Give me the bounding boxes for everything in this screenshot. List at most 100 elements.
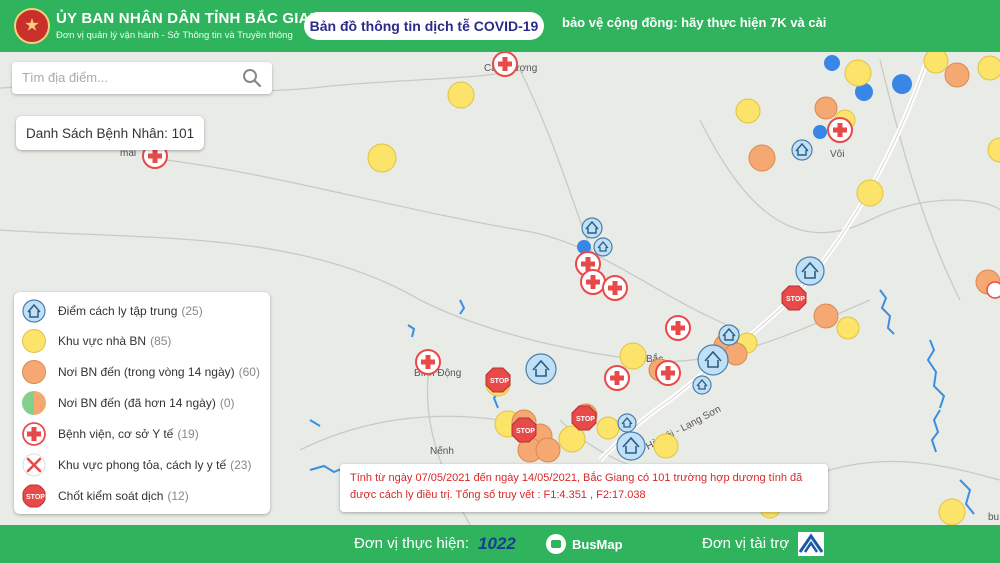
legend-item-checkpoint[interactable]: STOP Chốt kiểm soát dịch (12) bbox=[22, 481, 267, 511]
search-icon[interactable] bbox=[242, 68, 262, 88]
lockdown-markers[interactable] bbox=[986, 281, 1000, 299]
lockdown-marker bbox=[986, 281, 1000, 299]
legend-item-lockdown[interactable]: Khu vực phong tỏa, cách ly y tế (23) bbox=[22, 450, 267, 480]
province-emblem-icon bbox=[14, 8, 50, 44]
statistics-panel: Tính từ ngày 07/05/2021 đến ngày 14/05/2… bbox=[340, 464, 828, 512]
visited-place-marker bbox=[944, 62, 970, 88]
map-legend: Điểm cách ly tập trung (25) Khu vực nhà … bbox=[14, 292, 270, 514]
patient-home-marker bbox=[447, 81, 475, 109]
hospital-cross-icon bbox=[665, 315, 691, 341]
patient-home-marker bbox=[938, 498, 966, 525]
stop-sign-icon: STOP bbox=[571, 405, 597, 431]
patient-home-marker bbox=[977, 55, 1000, 81]
blue-marker bbox=[824, 55, 840, 71]
patient-home-marker bbox=[619, 342, 647, 370]
hospital-cross-icon bbox=[415, 349, 441, 375]
visited-place-marker bbox=[535, 437, 561, 463]
stop-sign-icon: STOP bbox=[485, 367, 511, 393]
highway bbox=[598, 52, 933, 462]
patient-home-marker bbox=[844, 59, 872, 87]
stop-sign-icon: STOP bbox=[781, 285, 807, 311]
svg-text:STOP: STOP bbox=[516, 428, 535, 435]
legend-count: (19) bbox=[177, 427, 199, 441]
legend-item-visited-old[interactable]: Nơi BN đến (đã hơn 14 ngày) (0) bbox=[22, 388, 267, 418]
sponsor-logo-icon[interactable] bbox=[798, 532, 824, 556]
hospital-cross-icon bbox=[580, 269, 606, 295]
quarantine-markers[interactable] bbox=[525, 139, 825, 461]
statistics-text-2: được cách ly điều trị. Tổng số truy vết … bbox=[350, 489, 646, 501]
legend-item-patient-home[interactable]: Khu vực nhà BN (85) bbox=[22, 326, 267, 356]
svg-text:STOP: STOP bbox=[576, 416, 595, 423]
legend-label: Bệnh viện, cơ sở Y tế bbox=[58, 427, 174, 441]
implementer-label: Đơn vị thực hiện: bbox=[354, 535, 469, 552]
busmap-logo[interactable]: BusMap bbox=[546, 533, 623, 555]
hospital-cross-icon bbox=[602, 275, 628, 301]
blue-marker bbox=[813, 125, 827, 139]
legend-count: (0) bbox=[219, 396, 235, 410]
house-icon bbox=[697, 344, 729, 376]
green-orange-dot-icon bbox=[22, 391, 46, 415]
hospital-cross-icon bbox=[604, 365, 630, 391]
house-icon bbox=[795, 256, 825, 286]
visited-place-marker bbox=[748, 144, 776, 172]
search-input[interactable] bbox=[20, 69, 244, 86]
org-subtitle: Đơn vị quản lý vận hành - Sở Thông tin v… bbox=[56, 30, 293, 41]
patient-home-marker bbox=[836, 316, 860, 340]
hospital-cross-icon bbox=[492, 52, 518, 77]
place-label-nenh: Nếnh bbox=[430, 445, 454, 457]
house-icon bbox=[692, 375, 712, 395]
legend-item-visited-recent[interactable]: Nơi BN đến (trong vòng 14 ngày) (60) bbox=[22, 357, 267, 387]
app-footer: Đơn vị thực hiện: 1022 BusMap Đơn vị tài… bbox=[0, 525, 1000, 563]
legend-item-quarantine[interactable]: Điểm cách ly tập trung (25) bbox=[22, 296, 267, 326]
patient-home-marker bbox=[653, 433, 679, 459]
house-icon bbox=[22, 299, 46, 323]
patient-home-marker bbox=[367, 143, 397, 173]
svg-text:STOP: STOP bbox=[26, 494, 45, 501]
map-attribution: bu bbox=[988, 512, 999, 523]
patient-home-marker bbox=[856, 179, 884, 207]
legend-count: (12) bbox=[167, 489, 189, 503]
hospital-cross-icon bbox=[827, 117, 853, 143]
patient-home-marker bbox=[987, 137, 1000, 163]
legend-count: (25) bbox=[181, 304, 203, 318]
house-icon bbox=[718, 324, 740, 346]
legend-count: (60) bbox=[238, 365, 260, 379]
statistics-prefix: Tính bbox=[350, 472, 373, 484]
house-icon bbox=[616, 431, 646, 461]
patient-home-marker bbox=[596, 416, 620, 440]
legend-label: Khu vực phong tỏa, cách ly y tế bbox=[58, 458, 227, 472]
hospital-cross-icon bbox=[655, 360, 681, 386]
house-icon bbox=[593, 237, 613, 257]
legend-label: Chốt kiểm soát dịch bbox=[58, 489, 164, 503]
bus-icon bbox=[546, 534, 566, 554]
place-label-voi: Vôi bbox=[830, 149, 844, 160]
legend-label: Nơi BN đến (đã hơn 14 ngày) bbox=[58, 396, 216, 410]
lockdown-x-icon bbox=[22, 453, 46, 477]
legend-label: Điểm cách ly tập trung bbox=[58, 304, 178, 318]
house-icon bbox=[791, 139, 813, 161]
stop-sign-icon: STOP bbox=[22, 484, 46, 508]
patient-home-marker bbox=[735, 98, 761, 124]
yellow-dot-icon bbox=[22, 329, 46, 353]
logo-1022[interactable]: 1022 bbox=[478, 534, 516, 554]
legend-item-hospital[interactable]: Bệnh viện, cơ sở Y tế (19) bbox=[22, 419, 267, 449]
search-box bbox=[12, 62, 272, 94]
house-icon bbox=[617, 413, 637, 433]
app-header: ỦY BAN NHÂN DÂN TỈNH BẮC GIANG Đơn vị qu… bbox=[0, 0, 1000, 52]
statistics-line-1: Tính từ ngày 07/05/2021 đến ngày 14/05/2… bbox=[350, 470, 818, 487]
legend-count: (85) bbox=[150, 334, 172, 348]
house-icon bbox=[525, 353, 557, 385]
visited-place-marker bbox=[814, 96, 838, 120]
marquee-text: bảo vệ cộng đồng: hãy thực hiện 7K và cà… bbox=[562, 15, 827, 30]
patient-list-button[interactable]: Danh Sách Bệnh Nhân: 101 bbox=[16, 116, 204, 150]
stop-sign-icon: STOP bbox=[511, 417, 537, 443]
visited-place-marker bbox=[813, 303, 839, 329]
statistics-text-1: từ ngày 07/05/2021 đến ngày 14/05/2021, … bbox=[372, 472, 803, 484]
map-title-button[interactable]: Bản đồ thông tin dịch tễ COVID-19 bbox=[304, 12, 544, 40]
legend-label: Khu vực nhà BN bbox=[58, 334, 147, 348]
orange-dot-icon bbox=[22, 360, 46, 384]
svg-text:STOP: STOP bbox=[490, 378, 509, 385]
blue-marker bbox=[892, 74, 912, 94]
legend-label: Nơi BN đến (trong vòng 14 ngày) bbox=[58, 365, 235, 379]
sponsor-label: Đơn vị tài trợ bbox=[702, 535, 790, 552]
